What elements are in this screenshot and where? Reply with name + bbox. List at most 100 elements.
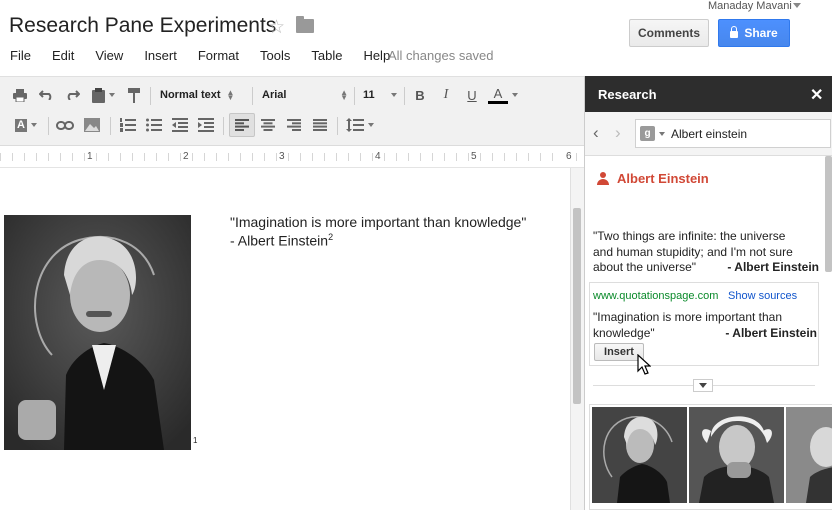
toolbar-divider	[48, 117, 49, 135]
chevron-down-icon	[368, 123, 374, 127]
chevron-down-icon[interactable]	[793, 3, 801, 8]
align-justify-button[interactable]	[310, 116, 330, 134]
menu-tools[interactable]: Tools	[260, 48, 290, 64]
doc-footnote-ref: 2	[328, 232, 334, 242]
close-icon[interactable]: ✕	[810, 85, 823, 105]
doc-scrollbar-thumb[interactable]	[573, 208, 581, 404]
research-search-input[interactable]	[671, 126, 821, 141]
user-name[interactable]: Manaday Mavani	[708, 0, 792, 12]
save-status: All changes saved	[388, 48, 494, 63]
menu-table[interactable]: Table	[311, 48, 342, 64]
link-icon[interactable]	[55, 116, 75, 134]
research-quote-1: "Two things are infinite: the universe a…	[593, 229, 819, 276]
quote-1-last-row: about the universe" - Albert Einstein	[593, 260, 819, 276]
image-footnote-ref: 1	[193, 436, 198, 445]
doc-title[interactable]: Research Pane Experiments	[9, 14, 276, 38]
increase-indent-icon[interactable]	[196, 116, 216, 134]
menu-insert[interactable]: Insert	[144, 48, 177, 64]
highlight-color-button[interactable]: A	[10, 116, 42, 134]
image-result[interactable]	[786, 407, 832, 503]
formatting-toolbar: Normal text ▲ ▼ Arial ▲ ▼ 11 B I U A A	[0, 76, 584, 146]
research-scrollbar-thumb[interactable]	[825, 156, 832, 272]
style-select[interactable]: Normal text ▲ ▼	[160, 89, 246, 102]
show-sources-link[interactable]: Show sources	[728, 290, 797, 302]
research-quote-2: "Imagination is more important than know…	[593, 310, 817, 341]
research-results: Albert Einstein "Two things are infinite…	[585, 156, 832, 510]
research-entity-title[interactable]: Albert Einstein	[617, 171, 709, 186]
bulleted-list-icon[interactable]	[144, 116, 164, 134]
italic-button[interactable]: I	[436, 86, 456, 104]
chevron-down-icon	[30, 123, 37, 127]
underline-button[interactable]: U	[462, 86, 482, 104]
star-icon[interactable]: ☆	[268, 16, 285, 39]
doc-quote-line[interactable]: "Imagination is more important than know…	[230, 214, 526, 230]
ruler-mark: 4	[373, 151, 383, 162]
einstein-photo[interactable]	[4, 215, 191, 450]
research-image-results	[589, 404, 832, 510]
text-color-glyph: A	[493, 85, 503, 101]
image-result[interactable]	[592, 407, 687, 503]
doc-header: Research Pane Experiments ☆ Manaday Mava…	[0, 0, 832, 76]
font-size-select[interactable]: 11	[363, 89, 401, 101]
document-canvas: 1 "Imagination is more important than kn…	[0, 168, 584, 510]
toolbar-divider	[354, 87, 355, 105]
document-page[interactable]: 1 "Imagination is more important than kn…	[0, 168, 570, 510]
comments-button[interactable]: Comments	[629, 19, 709, 47]
menu-view[interactable]: View	[95, 48, 123, 64]
mouse-pointer-icon	[637, 354, 651, 375]
lock-icon	[730, 26, 739, 38]
print-icon[interactable]	[10, 86, 30, 104]
quote-2-last-row: knowledge" - Albert Einstein	[593, 326, 817, 342]
ruler[interactable]: 1 2 3 4 5 6	[0, 146, 584, 168]
quote-1-line-3: about the universe"	[593, 260, 696, 274]
doc-quote-attribution[interactable]: - Albert Einstein2	[230, 232, 333, 249]
toolbar-divider	[150, 87, 151, 105]
toolbar-divider	[110, 117, 111, 135]
menu-help[interactable]: Help	[363, 48, 390, 64]
quote-1-author: - Albert Einstein	[727, 260, 819, 274]
toolbar-divider	[252, 87, 253, 105]
align-center-button[interactable]	[258, 116, 278, 134]
image-result[interactable]	[689, 407, 784, 503]
style-select-value: Normal text	[160, 89, 221, 101]
quote-source-link[interactable]: www.quotationspage.com	[593, 290, 718, 302]
quote-1-line-1: "Two things are infinite: the universe	[593, 229, 786, 243]
research-quote-card: www.quotationspage.com Show sources "Ima…	[589, 282, 819, 366]
align-left-button[interactable]	[229, 113, 255, 137]
text-color-button[interactable]: A	[486, 84, 520, 106]
chevron-down-icon	[699, 383, 707, 388]
chevron-down-icon	[391, 93, 397, 97]
font-select[interactable]: Arial ▲ ▼	[262, 88, 348, 102]
research-search-box[interactable]: g	[635, 119, 831, 148]
person-icon	[597, 172, 609, 186]
image-icon[interactable]	[82, 116, 102, 134]
clipboard-icon[interactable]	[88, 86, 118, 104]
ruler-mark: 6	[564, 151, 574, 162]
text-color-swatch	[488, 100, 508, 104]
menu-format[interactable]: Format	[198, 48, 239, 64]
quote-2-line-2: knowledge"	[593, 325, 655, 340]
ruler-mark: 1	[85, 151, 95, 162]
google-icon[interactable]: g	[640, 126, 655, 141]
chevron-down-icon[interactable]	[659, 131, 665, 136]
numbered-list-icon[interactable]	[118, 116, 138, 134]
share-button[interactable]: Share	[718, 19, 790, 47]
font-size-value: 11	[363, 89, 375, 101]
paint-format-icon[interactable]	[124, 86, 144, 104]
forward-icon[interactable]: ›	[615, 123, 621, 143]
quote-2-line-1: "Imagination is more important than	[593, 310, 783, 324]
research-pane: Research ✕ ‹ › g Albert Einstein "Two th…	[584, 76, 832, 510]
bold-button[interactable]: B	[410, 86, 430, 104]
menu-file[interactable]: File	[10, 48, 31, 64]
line-spacing-button[interactable]	[344, 116, 376, 134]
decrease-indent-icon[interactable]	[170, 116, 190, 134]
ruler-mark: 2	[181, 151, 191, 162]
back-icon[interactable]: ‹	[593, 123, 599, 143]
redo-icon[interactable]	[62, 86, 82, 104]
updown-arrows-icon: ▲ ▼	[340, 88, 348, 102]
folder-icon[interactable]	[296, 16, 314, 33]
menu-edit[interactable]: Edit	[52, 48, 74, 64]
align-right-button[interactable]	[284, 116, 304, 134]
expand-results-button[interactable]	[693, 379, 713, 392]
undo-icon[interactable]	[36, 86, 56, 104]
